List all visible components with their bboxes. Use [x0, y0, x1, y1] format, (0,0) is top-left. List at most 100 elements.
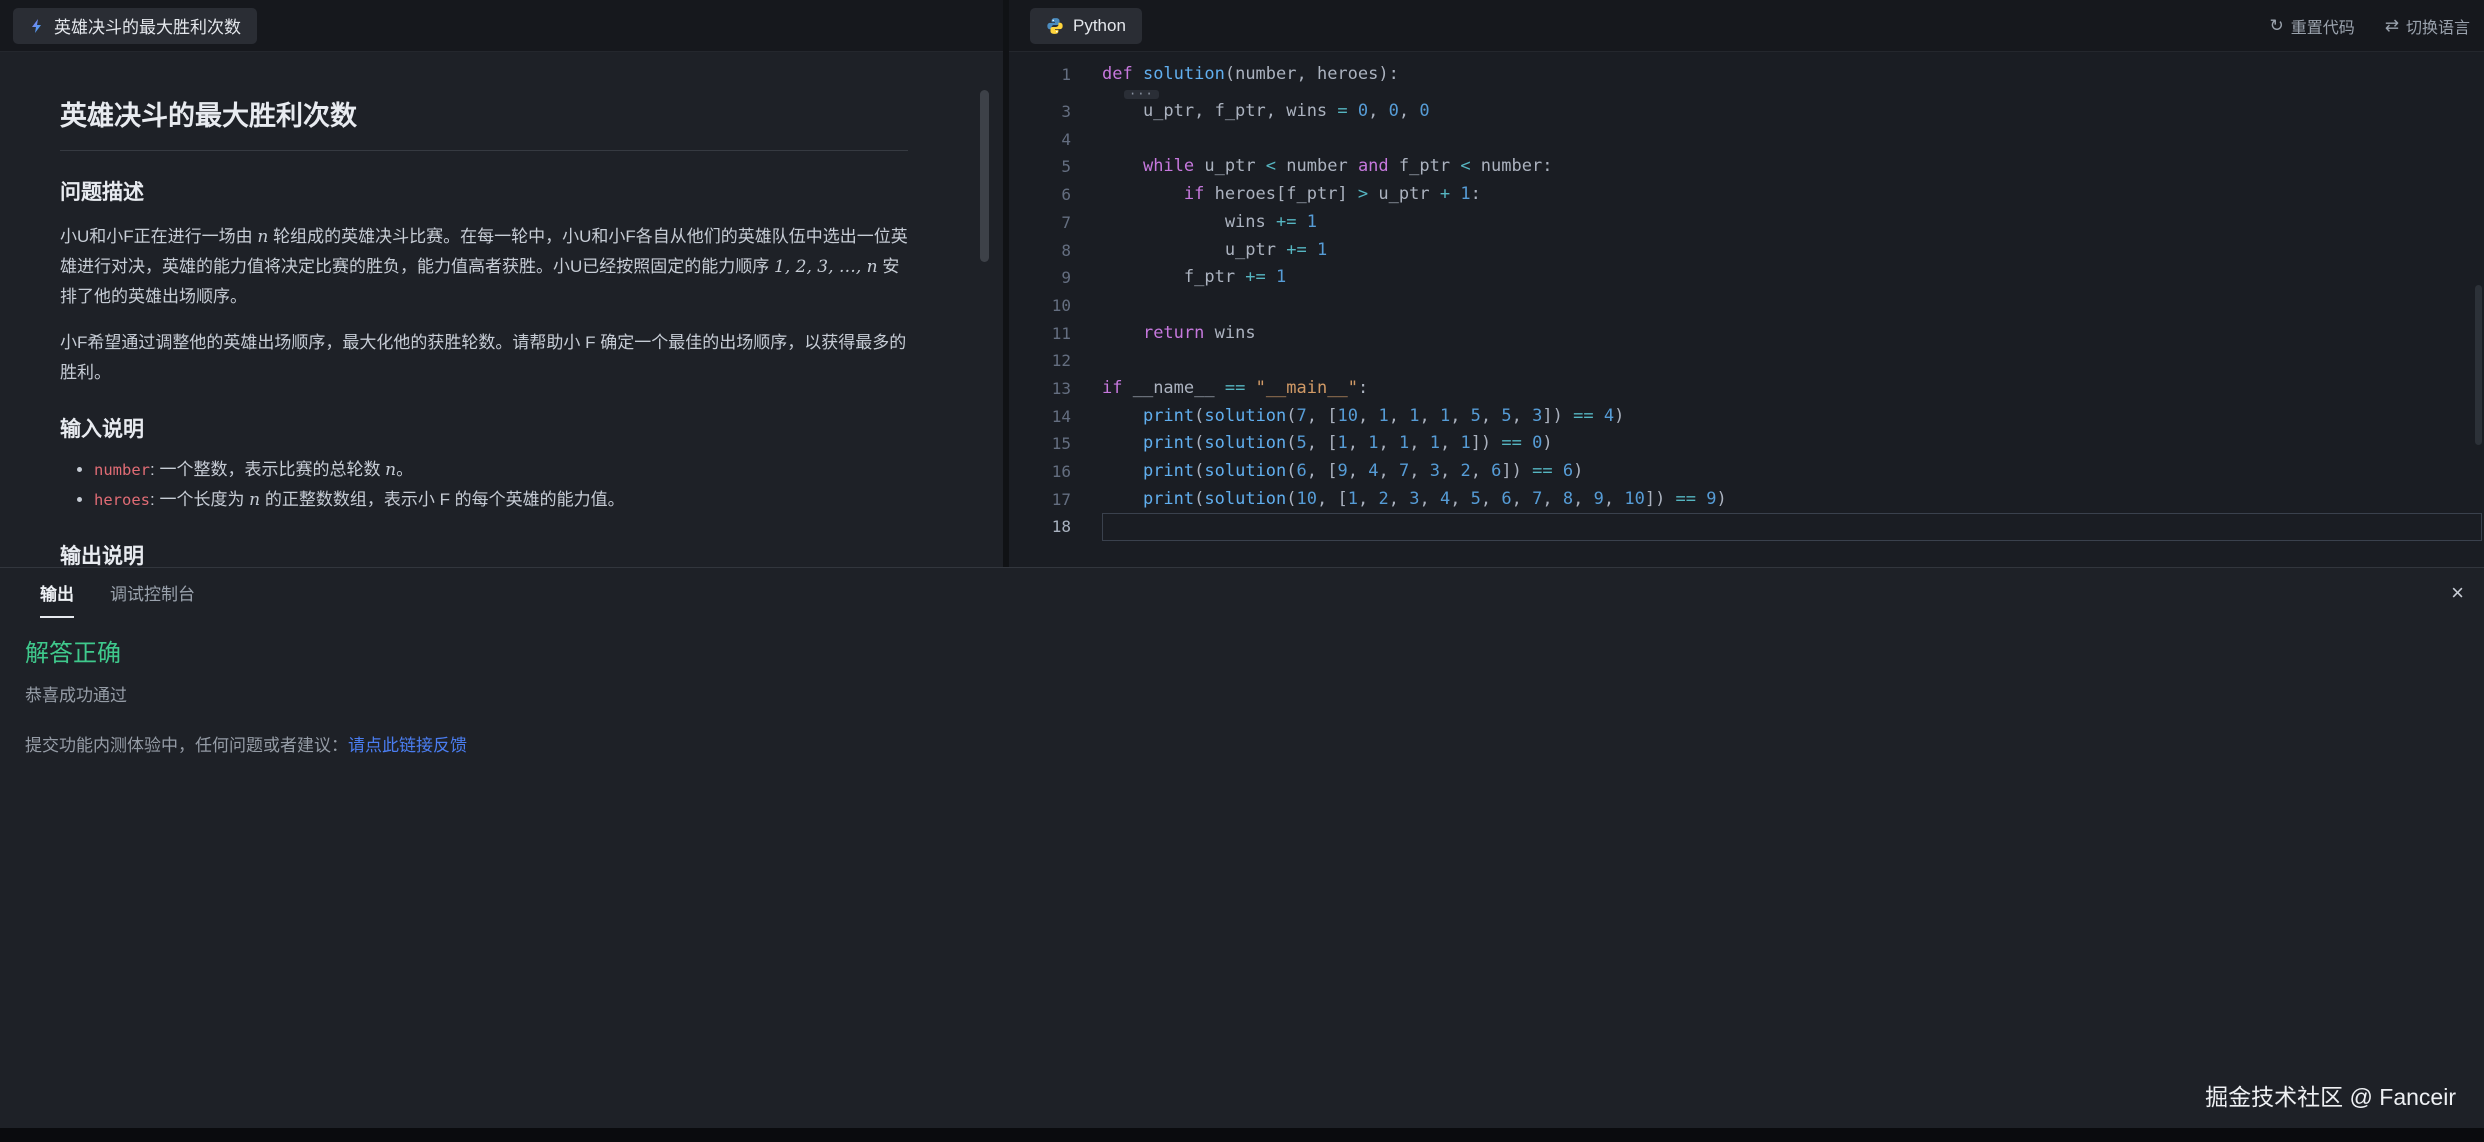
code-line[interactable]: 4 [1009, 126, 2484, 154]
code-token [1102, 323, 1143, 343]
code-token: ]) [1471, 433, 1502, 453]
output-panel: 输出 调试控制台 × 解答正确 恭喜成功通过 提交功能内测体验中，任何问题或者建… [0, 567, 2484, 1128]
result-block: 解答正确 恭喜成功通过 提交功能内测体验中，任何问题或者建议：请点此链接反馈 [0, 633, 2484, 756]
line-number: 13 [1009, 375, 1071, 403]
code-line[interactable]: 11 return wins [1009, 320, 2484, 348]
tab-debug-console[interactable]: 调试控制台 [110, 568, 195, 618]
code-token [1696, 489, 1706, 509]
code-token: 10 [1338, 406, 1358, 426]
code-token: 1 [1440, 406, 1450, 426]
code-token: 0 [1419, 101, 1429, 121]
code-token: , [1450, 406, 1470, 426]
editor-topbar: Python ↻ 重置代码 ⇄ 切换语言 [1009, 0, 2484, 52]
close-icon[interactable]: × [2451, 582, 2464, 604]
line-number: 12 [1009, 347, 1071, 375]
code-line[interactable]: 7 wins += 1 [1009, 209, 2484, 237]
line-number: 17 [1009, 486, 1071, 514]
code-line[interactable]: 18 [1009, 513, 2484, 541]
code-text: if __name__ == "__main__": [1102, 375, 2482, 403]
code-token: 3 [1430, 461, 1440, 481]
code-token: if [1184, 184, 1204, 204]
code-token [1102, 184, 1184, 204]
code-line[interactable]: 17 print(solution(10, [1, 2, 3, 4, 5, 6,… [1009, 486, 2484, 514]
code-token: 4 [1368, 461, 1378, 481]
code-line[interactable]: 9 f_ptr += 1 [1009, 264, 2484, 292]
code-token: , [1348, 461, 1368, 481]
code-token: u_ptr [1194, 156, 1266, 176]
problem-scrollbar-thumb[interactable] [980, 90, 989, 262]
code-token: 1 [1276, 267, 1286, 287]
code-text: f_ptr += 1 [1102, 264, 2482, 292]
code-line[interactable]: 3 u_ptr, f_ptr, wins = 0, 0, 0 [1009, 98, 2484, 126]
code-token [1348, 101, 1358, 121]
code-token: ( [1286, 461, 1296, 481]
code-token: 5 [1501, 406, 1511, 426]
code-token: 3 [1532, 406, 1542, 426]
code-line[interactable]: 16 print(solution(6, [9, 4, 7, 3, 2, 6])… [1009, 458, 2484, 486]
code-token [1296, 212, 1306, 232]
code-token: 6 [1501, 489, 1511, 509]
reset-code-button[interactable]: ↻ 重置代码 [2269, 14, 2354, 38]
code-token: __name__ [1122, 378, 1224, 398]
code-token: == [1676, 489, 1696, 509]
text-run: : 一个整数，表示比赛的总轮数 [150, 460, 385, 479]
code-token: if [1102, 378, 1122, 398]
code-token: u_ptr [1102, 240, 1286, 260]
code-token: == [1225, 378, 1245, 398]
code-token [1450, 184, 1460, 204]
code-token: 9 [1338, 461, 1348, 481]
code-token: + [1440, 184, 1450, 204]
code-token: 7 [1532, 489, 1542, 509]
code-text: u_ptr, f_ptr, wins = 0, 0, 0 [1102, 98, 2482, 126]
line-number: 18 [1009, 513, 1071, 541]
feedback-link[interactable]: 请点此链接反馈 [348, 736, 467, 755]
line-number: 4 [1009, 126, 1071, 154]
code-token: == [1501, 433, 1521, 453]
switch-language-button[interactable]: ⇄ 切换语言 [2385, 14, 2470, 38]
code-token: = [1337, 101, 1347, 121]
code-line[interactable]: 5 while u_ptr < number and f_ptr < numbe… [1009, 153, 2484, 181]
code-line[interactable]: 12 [1009, 347, 2484, 375]
code-line[interactable]: 8 u_ptr += 1 [1009, 237, 2484, 265]
code-token: 1 [1409, 406, 1419, 426]
code-token: < [1460, 156, 1470, 176]
code-editor[interactable]: 1def solution(number, heroes):···3 u_ptr… [1009, 52, 2484, 567]
code-line[interactable]: 14 print(solution(7, [10, 1, 1, 1, 5, 5,… [1009, 403, 2484, 431]
math-var: n [257, 227, 268, 247]
code-token: and [1358, 156, 1389, 176]
code-token: , [ [1307, 461, 1338, 481]
problem-paragraph-2: 小F希望通过调整他的英雄出场顺序，最大化他的获胜轮数。请帮助小 F 确定一个最佳… [60, 328, 908, 388]
code-line[interactable]: 13 if __name__ == "__main__": [1009, 375, 2484, 403]
code-token: 0 [1532, 433, 1542, 453]
line-number: 3 [1009, 98, 1071, 126]
code-token: 1 [1317, 240, 1327, 260]
problem-panel[interactable]: 英雄决斗的最大胜利次数 问题描述 小U和小F正在进行一场由 n 轮组成的英雄决斗… [0, 52, 1003, 567]
code-token: ]) [1542, 406, 1573, 426]
section-heading-output: 输出说明 [60, 543, 908, 567]
code-token: += [1286, 240, 1306, 260]
section-heading-input: 输入说明 [60, 416, 908, 443]
code-token: , [ [1307, 406, 1338, 426]
code-token: 1 [1348, 489, 1358, 509]
editor-scrollbar-thumb[interactable] [2475, 285, 2482, 445]
code-text [1102, 126, 2482, 154]
code-text: u_ptr += 1 [1102, 237, 2482, 265]
code-line[interactable]: 6 if heroes[f_ptr] > u_ptr + 1: [1009, 181, 2484, 209]
problem-tab[interactable]: 英雄决斗的最大胜利次数 [13, 8, 257, 44]
code-text [1102, 347, 2482, 375]
code-token: , [1440, 461, 1460, 481]
tab-output[interactable]: 输出 [40, 568, 74, 618]
language-tab[interactable]: Python [1030, 8, 1142, 44]
code-token: , [1389, 406, 1409, 426]
code-token [1102, 156, 1143, 176]
code-line[interactable]: 15 print(solution(5, [1, 1, 1, 1, 1]) ==… [1009, 430, 2484, 458]
code-line[interactable]: 1def solution(number, heroes): [1009, 61, 2484, 89]
code-fold-line[interactable]: ··· [1009, 89, 2484, 98]
line-number: 1 [1009, 61, 1071, 89]
code-text: while u_ptr < number and f_ptr < number: [1102, 153, 2482, 181]
code-line[interactable]: 10 [1009, 292, 2484, 320]
code-token: 10 [1624, 489, 1644, 509]
code-token: 1 [1338, 433, 1348, 453]
code-token: : [1471, 184, 1481, 204]
code-text: print(solution(5, [1, 1, 1, 1, 1]) == 0) [1102, 430, 2482, 458]
